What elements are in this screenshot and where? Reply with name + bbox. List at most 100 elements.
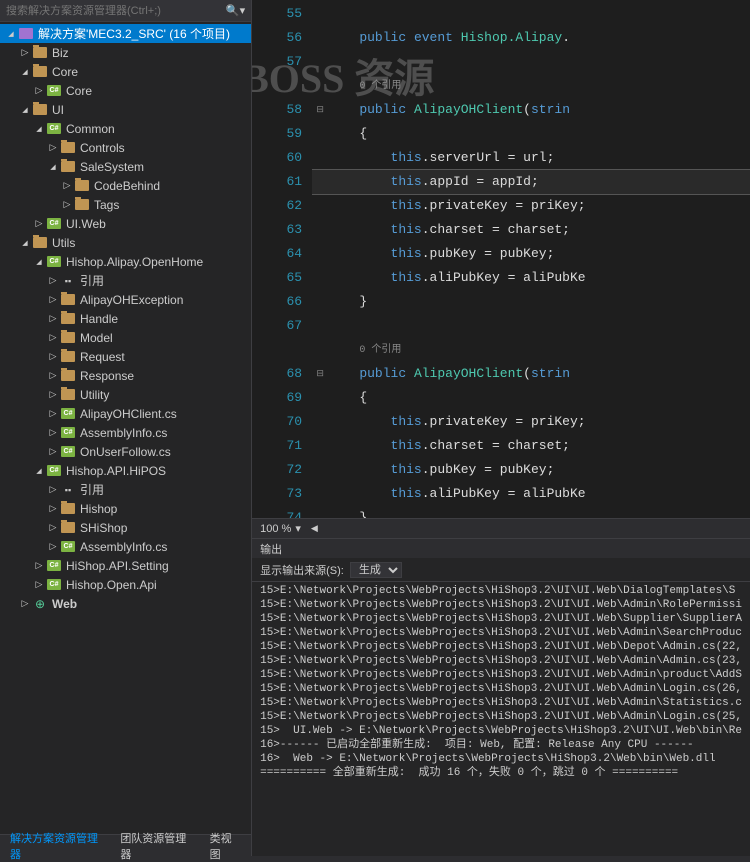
output-content[interactable]: 15>E:\Network\Projects\WebProjects\HiSho… [252,582,750,856]
expand-icon[interactable] [46,540,60,554]
expand-icon[interactable] [18,597,32,611]
solution-tree[interactable]: 解决方案'MEC3.2_SRC' (16 个项目)BizCoreCoreUICo… [0,22,251,834]
tree-item-label: Biz [52,46,69,60]
expand-icon[interactable] [32,464,46,478]
expand-icon[interactable] [60,179,74,193]
code-content[interactable]: public event Hishop.Alipay. 0 个引用⊟ publi… [312,0,750,518]
output-line: 15>E:\Network\Projects\WebProjects\HiSho… [260,682,742,696]
tree-item-label: CodeBehind [94,179,160,193]
explorer-tab[interactable]: 类视图 [202,835,249,856]
tree-item[interactable]: ⊕Web [0,594,251,613]
tree-item[interactable]: Hishop.API.HiPOS [0,461,251,480]
explorer-tab[interactable]: 解决方案资源管理器 [2,835,112,856]
tree-item[interactable]: Request [0,347,251,366]
tree-item[interactable]: Core [0,81,251,100]
tree-item[interactable]: SaleSystem [0,157,251,176]
expand-icon[interactable] [46,141,60,155]
output-source-select[interactable]: 生成 [350,562,402,578]
expand-icon[interactable] [46,160,60,174]
folder-icon [60,521,76,535]
expand-icon[interactable] [18,236,32,250]
tree-item[interactable]: AssemblyInfo.cs [0,537,251,556]
expand-icon[interactable] [46,445,60,459]
expand-icon[interactable] [32,255,46,269]
expand-icon[interactable] [46,331,60,345]
tree-item[interactable]: UI [0,100,251,119]
csharp-project-icon [46,578,62,592]
tree-item[interactable]: HiShop.API.Setting [0,556,251,575]
references-icon [60,274,76,288]
expand-icon[interactable] [46,483,60,497]
tree-item-label: AssemblyInfo.cs [80,540,167,554]
expand-icon[interactable] [32,559,46,573]
tree-item[interactable]: Tags [0,195,251,214]
tree-item[interactable]: UI.Web [0,214,251,233]
tree-item[interactable]: Utils [0,233,251,252]
expand-icon[interactable] [46,350,60,364]
tree-item[interactable]: 引用 [0,271,251,290]
folder-icon [60,160,76,174]
tree-item[interactable]: Biz [0,43,251,62]
tree-item[interactable]: Common [0,119,251,138]
tree-item[interactable]: AlipayOHClient.cs [0,404,251,423]
expand-icon[interactable] [46,426,60,440]
expand-icon[interactable] [46,388,60,402]
expand-icon[interactable] [46,274,60,288]
expand-icon[interactable] [46,312,60,326]
tree-item[interactable]: CodeBehind [0,176,251,195]
tree-item-label: UI [52,103,64,117]
expand-icon[interactable] [46,293,60,307]
expand-icon[interactable] [32,578,46,592]
expand-icon[interactable] [46,407,60,421]
tree-item[interactable]: Response [0,366,251,385]
expand-icon[interactable] [60,198,74,212]
expand-icon[interactable] [46,521,60,535]
expand-icon[interactable] [18,46,32,60]
tree-item-label: Tags [94,198,119,212]
tree-item-label: Model [80,331,113,345]
search-input[interactable] [6,5,226,17]
tree-item[interactable]: OnUserFollow.cs [0,442,251,461]
expand-icon[interactable] [32,217,46,231]
output-line: 15>E:\Network\Projects\WebProjects\HiSho… [260,710,742,724]
explorer-tab[interactable]: 团队资源管理器 [112,835,201,856]
tree-item[interactable]: Utility [0,385,251,404]
tree-item-label: 解决方案'MEC3.2_SRC' (16 个项目) [38,25,230,42]
csharp-file-icon [60,540,76,554]
tree-item[interactable]: Hishop [0,499,251,518]
tree-item[interactable]: 引用 [0,480,251,499]
tree-item-label: Request [80,350,125,364]
output-line: 15>E:\Network\Projects\WebProjects\HiSho… [260,626,742,640]
tree-item[interactable]: Handle [0,309,251,328]
tree-item[interactable]: Core [0,62,251,81]
folder-icon [60,293,76,307]
output-panel: 输出 显示输出来源(S): 生成 15>E:\Network\Projects\… [252,538,750,856]
expand-icon[interactable] [46,502,60,516]
expand-icon[interactable] [32,122,46,136]
tree-item[interactable]: Hishop.Alipay.OpenHome [0,252,251,271]
expand-icon[interactable] [18,65,32,79]
tree-item[interactable]: Hishop.Open.Api [0,575,251,594]
search-icon[interactable]: 🔍▾ [226,4,245,17]
explorer-tabs: 解决方案资源管理器团队资源管理器类视图 [0,834,251,856]
output-line: ========== 全部重新生成: 成功 16 个，失败 0 个，跳过 0 个… [260,766,742,780]
tree-item[interactable]: AlipayOHException [0,290,251,309]
tree-item[interactable]: AssemblyInfo.cs [0,423,251,442]
zoom-level[interactable]: 100 % [260,523,291,535]
expand-icon[interactable] [32,84,46,98]
expand-icon[interactable] [4,27,18,41]
tree-item[interactable]: 解决方案'MEC3.2_SRC' (16 个项目) [0,24,251,43]
tree-item[interactable]: Model [0,328,251,347]
tree-item-label: Core [66,84,92,98]
code-editor[interactable]: BOSS 资源 55565758596061626364656667686970… [252,0,750,518]
tree-item[interactable]: SHiShop [0,518,251,537]
output-line: 15>E:\Network\Projects\WebProjects\HiSho… [260,612,742,626]
folder-icon [32,236,48,250]
expand-icon[interactable] [18,103,32,117]
output-line: 16> Web -> E:\Network\Projects\WebProjec… [260,752,742,766]
csharp-project-icon [46,464,62,478]
tree-item-label: SHiShop [80,521,127,535]
expand-icon[interactable] [46,369,60,383]
tree-item[interactable]: Controls [0,138,251,157]
tree-item-label: SaleSystem [80,160,144,174]
